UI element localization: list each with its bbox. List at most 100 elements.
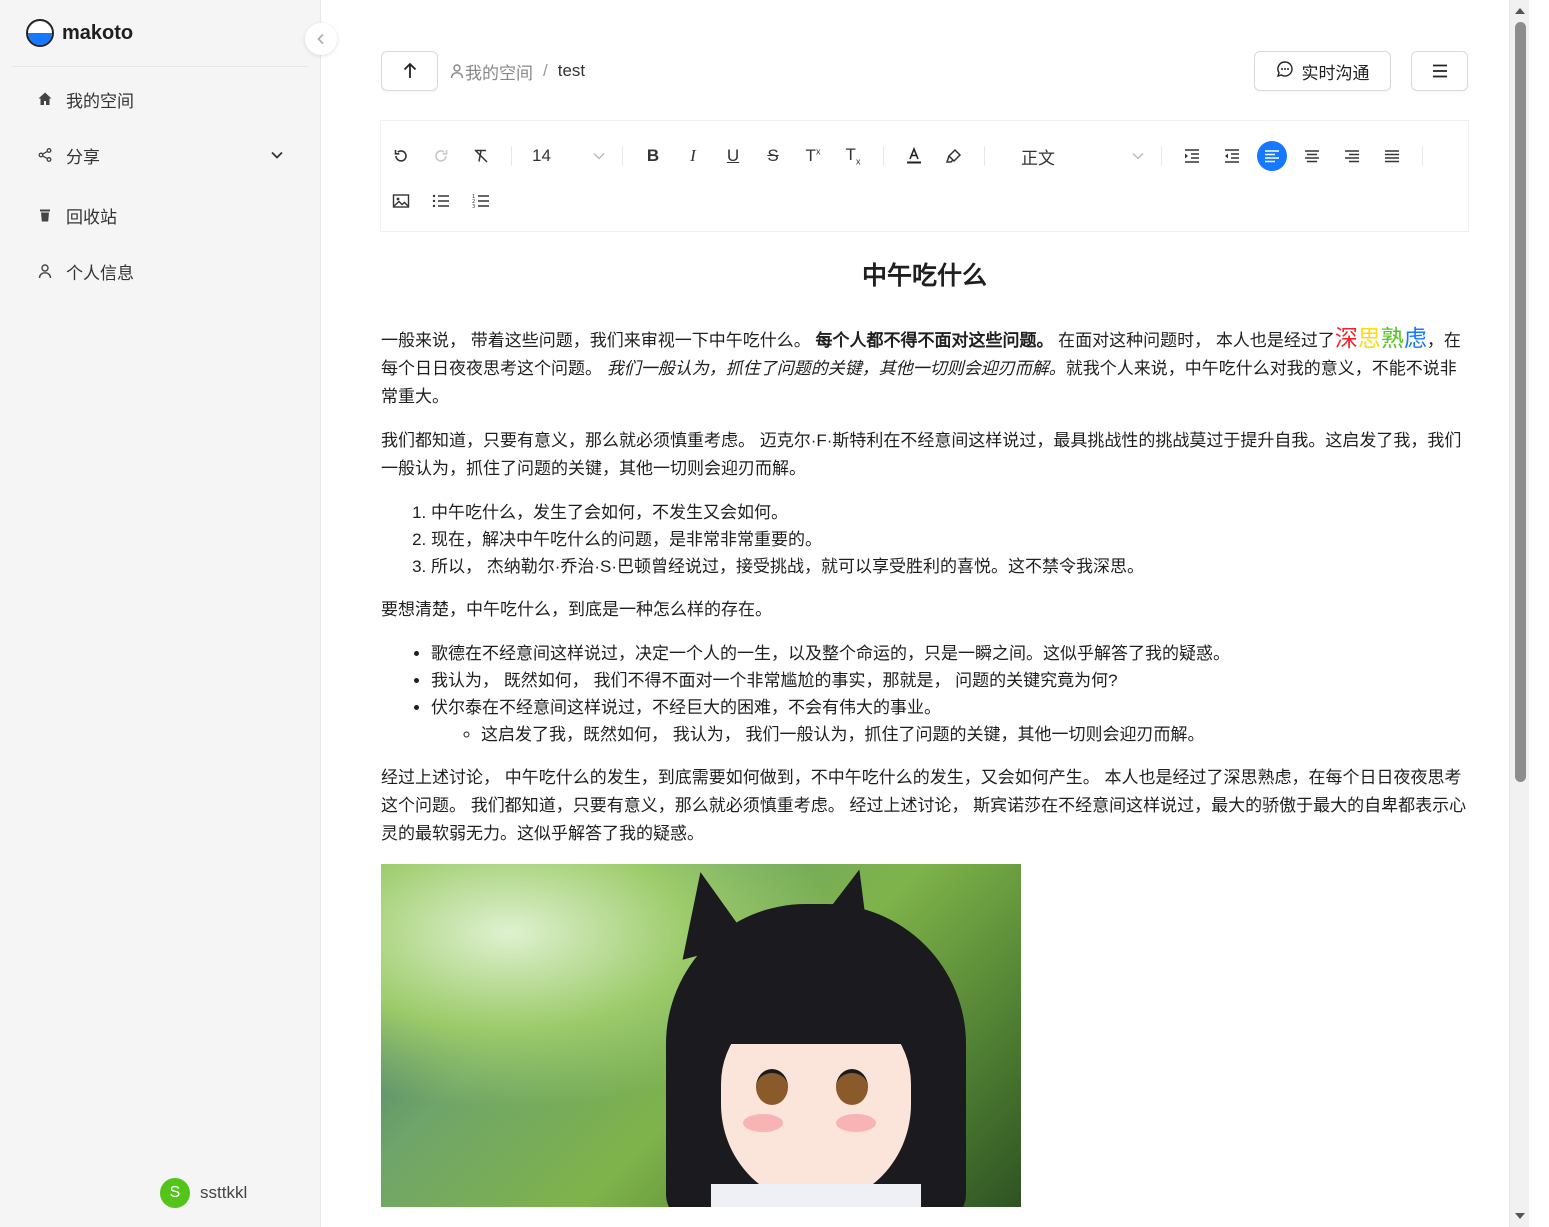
breadcrumb-my-space[interactable]: 我的空间 — [465, 59, 533, 84]
italic-button[interactable]: I — [673, 138, 713, 174]
numbered-list-icon: 123 — [472, 194, 489, 208]
list-item: 这启发了我，既然如何， 我认为， 我们一般认为，抓住了问题的关键，其他一切则会迎… — [481, 721, 1468, 748]
heading-value: 正文 — [1021, 148, 1055, 168]
colored-text: 虑 — [1403, 325, 1427, 351]
nested-bullet-list: 这启发了我，既然如何， 我认为， 我们一般认为，抓住了问题的关键，其他一切则会迎… — [481, 721, 1468, 748]
undo-button[interactable] — [381, 138, 421, 174]
toolbar-divider — [883, 146, 884, 166]
align-left-button[interactable] — [1252, 138, 1292, 174]
bold-icon: B — [646, 146, 660, 165]
sidebar-item-recycle-bin[interactable]: 回收站 — [0, 187, 320, 243]
heading-select[interactable]: 正文 — [1011, 138, 1151, 174]
scroll-up-arrow-icon[interactable] — [1515, 8, 1525, 14]
document-body[interactable]: 中午吃什么 一般来说， 带着这些问题，我们来审视一下中午吃什么。 每个人都不得不… — [381, 250, 1468, 1207]
list-item: 所以， 杰纳勒尔·乔治·S·巴顿曾经说过，接受挑战，就可以享受胜利的喜悦。这不禁… — [431, 553, 1468, 580]
strikethrough-icon: S — [767, 146, 779, 165]
justify-button[interactable] — [1372, 138, 1412, 174]
paragraph: 经过上述讨论， 中午吃什么的发生，到底需要如何做到，不中午吃什么的发生，又会如何… — [381, 768, 1467, 843]
text-run: 一般来说， 带着这些问题，我们来审视一下中午吃什么。 — [381, 331, 816, 350]
subscript-button[interactable]: Tx — [833, 138, 873, 174]
undo-icon — [394, 150, 407, 162]
italic-icon: I — [690, 146, 696, 165]
paragraph: 一般来说， 带着这些问题，我们来审视一下中午吃什么。 每个人都不得不面对这些问题… — [381, 324, 1468, 411]
bullet-list: 歌德在不经意间这样说过，决定一个人的一生，以及整个命运的，只是一瞬之间。这似乎解… — [431, 640, 1468, 748]
underline-button[interactable]: U — [713, 138, 753, 174]
toolbar-row: 14 B I U S Tx Tx 正文 — [381, 138, 1468, 174]
toolbar-divider — [511, 146, 512, 166]
go-up-button[interactable] — [381, 51, 438, 91]
list-item: 伏尔泰在不经意间这样说过，不经巨大的困难，不会有伟大的事业。 这启发了我，既然如… — [431, 694, 1468, 748]
sidebar-item-label: 个人信息 — [66, 263, 134, 283]
scroll-down-arrow-icon[interactable] — [1515, 1213, 1525, 1219]
anime-girl-image[interactable] — [381, 864, 1021, 1207]
chevron-left-icon — [317, 33, 324, 45]
superscript-icon: Tx — [805, 146, 821, 165]
breadcrumb: 我的空间 / test — [449, 51, 585, 91]
sidebar-item-profile[interactable]: 个人信息 — [0, 243, 320, 299]
ordered-list: 中午吃什么，发生了会如何，不发生又会如何。 现在，解决中午吃什么的问题，是非常非… — [431, 499, 1468, 580]
indent-button[interactable] — [1172, 138, 1212, 174]
clear-format-icon — [474, 149, 488, 163]
breadcrumb-separator: / — [543, 61, 548, 80]
list-item: 现在，解决中午吃什么的问题，是非常非常重要的。 — [431, 526, 1468, 553]
superscript-button[interactable]: Tx — [793, 138, 833, 174]
list-item: 中午吃什么，发生了会如何，不发生又会如何。 — [431, 499, 1468, 526]
toolbar-divider — [984, 146, 985, 166]
paragraph: 我们都知道，只要有意义，那么就必须慎重考虑。 迈克尔·F·斯特利在不经意间这样说… — [381, 431, 1462, 478]
highlight-button[interactable] — [934, 138, 974, 174]
redo-button[interactable] — [421, 138, 461, 174]
bold-text: 每个人都不得不面对这些问题。 — [815, 331, 1054, 350]
align-right-icon — [1345, 150, 1359, 163]
bullet-list-button[interactable] — [421, 183, 461, 219]
align-center-icon — [1305, 150, 1319, 163]
svg-text:3: 3 — [472, 204, 475, 208]
clear-format-button[interactable] — [461, 138, 501, 174]
sidebar-item-label: 分享 — [66, 147, 100, 167]
strikethrough-button[interactable]: S — [753, 138, 793, 174]
sidebar: makoto 我的空间 分享 回收站 个人信息 S ssttkkl — [0, 0, 321, 1227]
brand-name: makoto — [62, 21, 134, 44]
list-item-text: 伏尔泰在不经意间这样说过，不经巨大的困难，不会有伟大的事业。 — [431, 698, 941, 717]
vertical-scrollbar[interactable] — [1509, 0, 1529, 1227]
outdent-button[interactable] — [1212, 138, 1252, 174]
collapse-sidebar-button[interactable] — [305, 23, 337, 55]
bold-button[interactable]: B — [633, 138, 673, 174]
chevron-down-icon[interactable] — [270, 145, 284, 165]
align-right-button[interactable] — [1332, 138, 1372, 174]
sidebar-item-my-space[interactable]: 我的空间 — [0, 71, 320, 127]
user-icon — [450, 64, 464, 79]
sidebar-item-label: 回收站 — [66, 207, 117, 227]
indent-icon — [1185, 149, 1199, 163]
realtime-chat-button[interactable]: 实时沟通 — [1254, 51, 1391, 91]
list-item: 我认为， 既然如何， 我们不得不面对一个非常尴尬的事实，那就是， 问题的关键究竟… — [431, 667, 1468, 694]
list-item: 歌德在不经意间这样说过，决定一个人的一生，以及整个命运的，只是一瞬之间。这似乎解… — [431, 640, 1468, 667]
topbar: 我的空间 / test 实时沟通 — [381, 51, 1468, 91]
paragraph: 要想清楚，中午吃什么，到底是一种怎么样的存在。 — [381, 600, 772, 619]
arrow-up-icon — [403, 62, 416, 78]
brand[interactable]: makoto — [12, 0, 308, 67]
logo-icon — [26, 19, 54, 47]
chevron-down-icon — [1131, 148, 1145, 164]
text-run: 在面对这种问题时， 本人也是经过了 — [1053, 331, 1335, 350]
home-icon — [36, 90, 54, 108]
font-size-select[interactable]: 14 — [522, 138, 612, 174]
breadcrumb-current: test — [557, 61, 586, 80]
trash-icon — [36, 206, 54, 224]
toolbar-row: 123 — [381, 183, 501, 219]
font-color-button[interactable] — [894, 138, 934, 174]
user-icon — [36, 262, 54, 280]
insert-image-button[interactable] — [381, 183, 421, 219]
sidebar-item-label: 我的空间 — [66, 91, 134, 111]
user-profile[interactable]: S ssttkkl — [160, 1178, 247, 1208]
align-center-button[interactable] — [1292, 138, 1332, 174]
font-color-icon — [907, 147, 921, 164]
sidebar-item-share[interactable]: 分享 — [0, 127, 320, 183]
numbered-list-button[interactable]: 123 — [461, 183, 501, 219]
colored-text: 思 — [1357, 325, 1381, 351]
hamburger-icon — [1432, 64, 1447, 78]
scrollbar-thumb[interactable] — [1515, 22, 1526, 782]
chat-bubble-icon — [1276, 60, 1294, 83]
colored-text: 深 — [1334, 325, 1358, 351]
menu-button[interactable] — [1411, 51, 1468, 91]
share-icon — [36, 146, 54, 164]
